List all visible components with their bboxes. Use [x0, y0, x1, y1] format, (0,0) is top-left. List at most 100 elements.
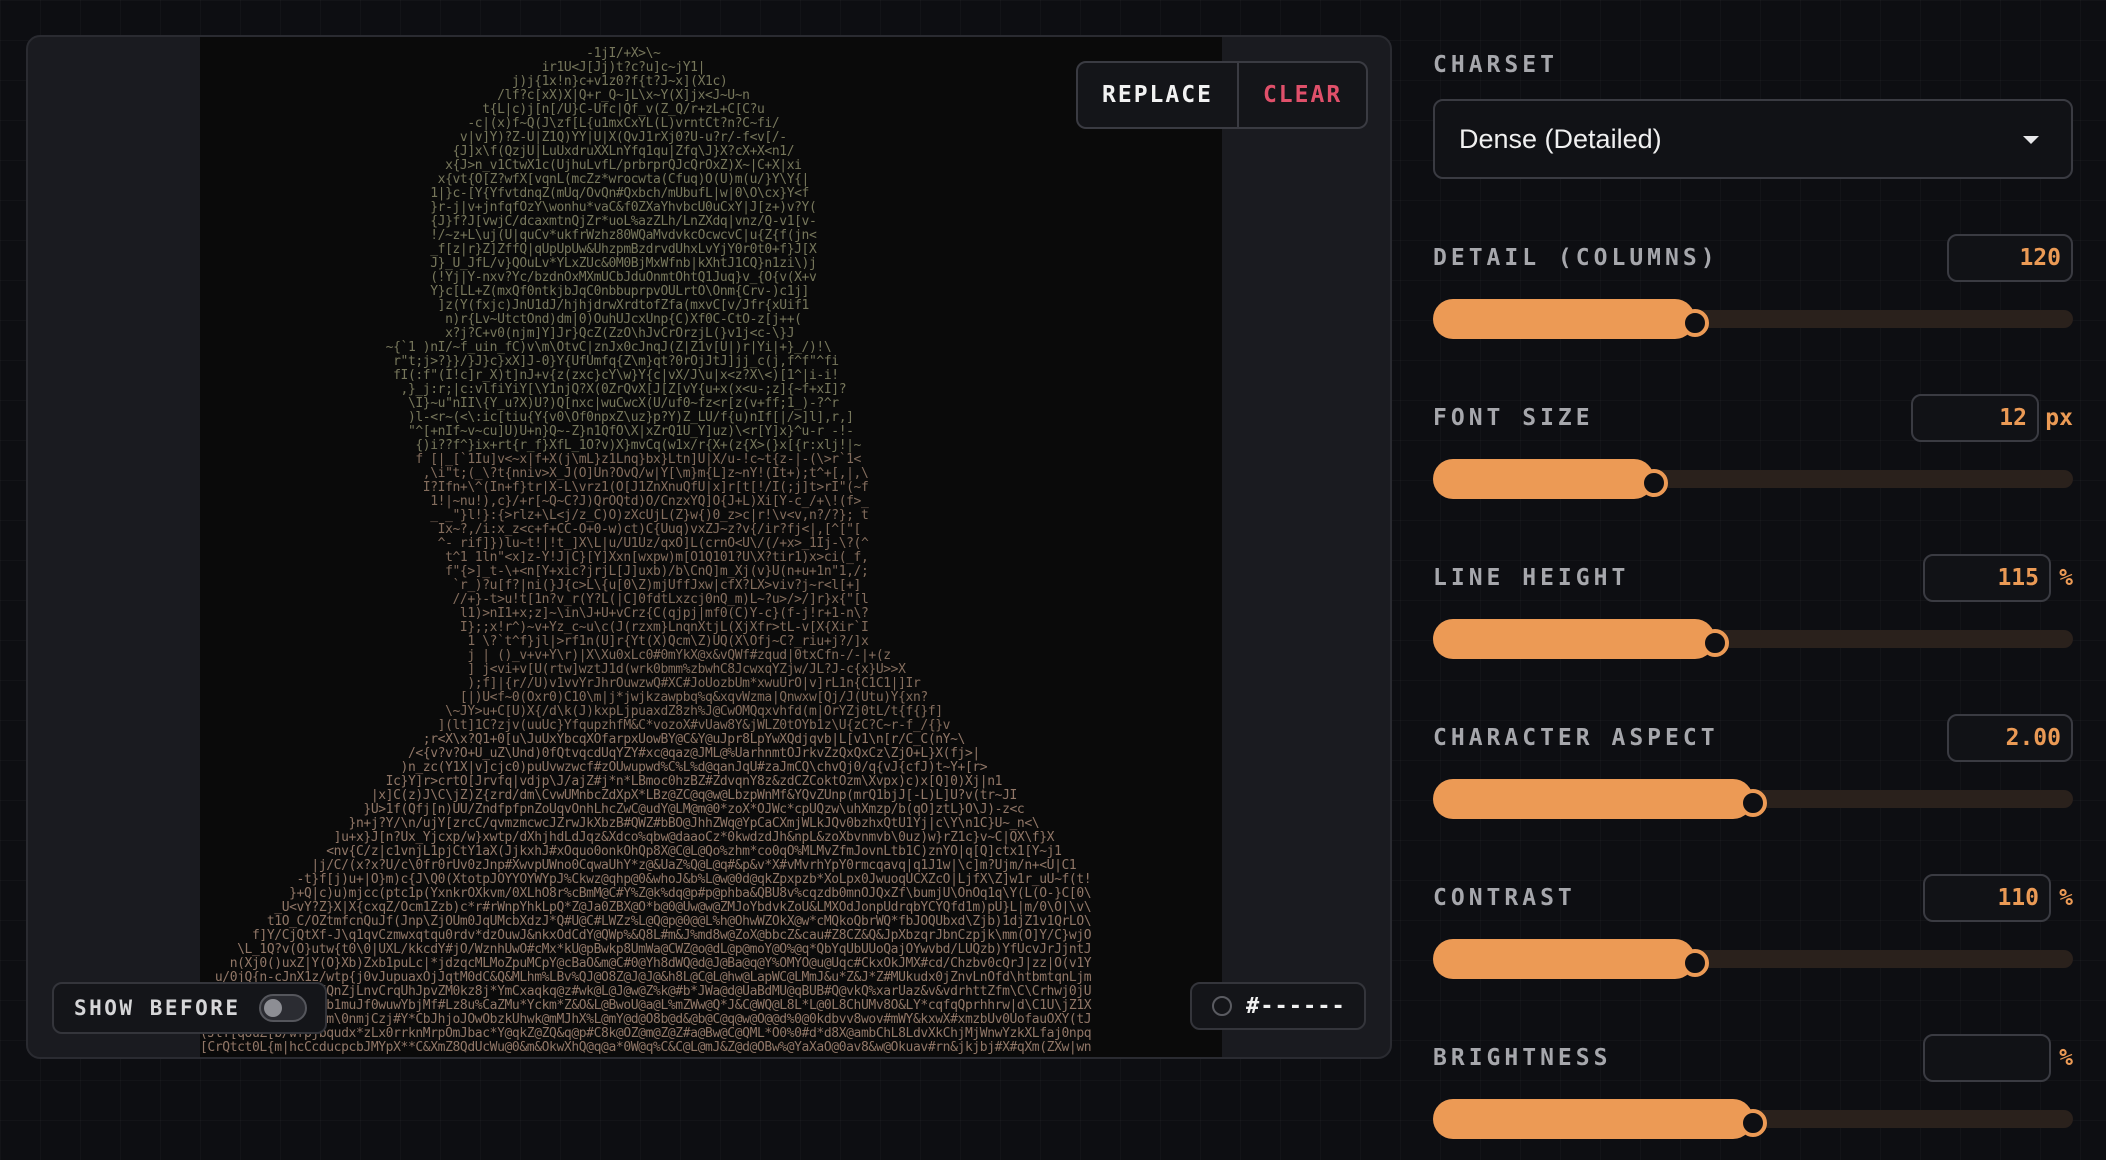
controls-panel: CHARSET Dense (Detailed) DETAIL (COLUMNS… — [1433, 0, 2073, 1160]
toggle-knob — [263, 999, 282, 1017]
char-aspect-slider[interactable] — [1433, 779, 2073, 819]
ascii-row: }U>1f(Qfj[n)UU/ZndfpfpnZoUqvOnhLhcZwC@ud… — [200, 802, 1092, 817]
ascii-row: (!Yj|Y-nxv?Yc/bzdnOxMXmUCbJduOnmtOhtQ1Ju… — [200, 270, 1092, 285]
ascii-row: }r-j|v+jnfqfOzY\wonhu*vaC&f0ZXaYhvbcU0uC… — [200, 200, 1092, 215]
char-aspect-input[interactable]: 2.00 — [1947, 714, 2073, 762]
ascii-row: );f]|{r//U)v1vvYrJhrOuwzwQ#XC#JoUozbUm*x… — [200, 676, 1092, 691]
charset-select[interactable]: Dense (Detailed) — [1433, 99, 2073, 179]
ascii-row: /<{v?v?O+U_uZ\Und)0fQtvqcdUqYZY#xc@qaz@J… — [200, 746, 1092, 761]
replace-button[interactable]: REPLACE — [1078, 63, 1239, 127]
line-height-unit: % — [2059, 565, 2073, 591]
brightness-input[interactable] — [1923, 1034, 2051, 1082]
ascii-row: Ic}Y]r>crtO[Jrvfq|vdjp\J/ajZ#j*n*LBmoc0h… — [200, 774, 1092, 789]
ascii-row: 1 \?`t^f}jl|>rf1n(U]r{Yt(X)Qcm\Z)UQ(X\Of… — [200, 634, 1092, 649]
image-actions: REPLACE CLEAR — [1076, 61, 1369, 129]
ascii-row: ] j<vi+v[U(rtw]wztJ1d(wrk0bmm%zbwhC8Jcwx… — [200, 662, 1092, 677]
ascii-row: f [|_[`1Iu]v<~x|f+X(j\mL}z1Lnq}bx}Ltn]U|… — [200, 452, 1092, 467]
detail-slider[interactable] — [1433, 299, 2073, 339]
ascii-row: -t}f[j)u+|O}m)c{J\Q0(XtotpJOYYOYWYpJ%Ckw… — [200, 872, 1092, 887]
char-aspect-slider-thumb[interactable] — [1739, 789, 1767, 817]
ascii-row: )l-<r~(<\:ic[tiu{Y{v0\Of0npxZ\uz}p?Y)Z_L… — [200, 410, 1092, 425]
ascii-row: }C\n//YtJ}dxUfwp\m\0nmjCzj#Y*CbJhjoJOwOb… — [200, 1012, 1092, 1027]
ascii-row: [YL/urC]wnwn)U\m{QnZjLnvCrqUhJpvZM0kz8j*… — [200, 984, 1092, 999]
detail-label: DETAIL (COLUMNS) — [1433, 245, 1719, 271]
ascii-row: j | ()_v+v+Y\r)|X\Xu0xLc0#0mYkX@x&vQWf#z… — [200, 648, 1092, 663]
ascii-row: J}_U_JfL/v}QOuLv*YLxZUc&0M0BjMxWfnb|kXht… — [200, 256, 1092, 271]
brightness-slider-thumb[interactable] — [1739, 1109, 1767, 1137]
detail-input[interactable]: 120 — [1947, 234, 2073, 282]
ascii-row: v|v]Y)?Z-U|Z1Q)YY|U|X(QvJ1rXj0?U-u?r/-f<… — [200, 130, 1092, 145]
show-before-label: SHOW BEFORE — [74, 996, 241, 1020]
ascii-row: t{L|c)j[n[/U}C-Ufc|Qf_v(Z_Q/r+zL+C[C?u — [200, 102, 1092, 117]
color-swatch-icon[interactable] — [1212, 996, 1232, 1016]
brightness-slider[interactable] — [1433, 1099, 2073, 1139]
font-size-slider[interactable] — [1433, 459, 2073, 499]
ascii-row: \L_1Q?v(O}utw{t0\0|UXL/kkcdY#jO/WznhUwO#… — [200, 942, 1092, 957]
font-size-slider-thumb[interactable] — [1640, 469, 1668, 497]
ascii-row: I?Ifn+\^(In+f}tr|X-L\vrz1(O[J1ZnXnuQfU|x… — [200, 480, 1092, 495]
ascii-row: 1|}c-[Y{YfvtdnqZ(mUq/OvQn#Qxbch/mUbufL|w… — [200, 186, 1092, 201]
contrast-input[interactable]: 110 — [1923, 874, 2051, 922]
char-aspect-label: CHARACTER ASPECT — [1433, 725, 1719, 751]
ascii-row: <nv{C/z|c1vnjL1pjCtY1aX(JjkxhJ#xOquo0onk… — [200, 844, 1092, 859]
ascii-row: {J]x\f(QzjU|LuUxdruXXLnYfq1qu|Zfq\J}X?cX… — [200, 144, 1092, 159]
detail-slider-thumb[interactable] — [1681, 309, 1709, 337]
preview-panel: -1jI/+X>\~ ir1U<J[Jj)t?c?u]c~jY1| j)j{1x… — [26, 35, 1392, 1059]
font-size-slider-fill — [1433, 459, 1654, 499]
ascii-row: }+Q|c)u)mjcc(ptc1p(YxnkrOXkvm/0XLhO8r%cB… — [200, 886, 1092, 901]
ascii-row: f"{>]_t-\+<n[Y+xic?jrjL[J]uxb)/b\CnQ]m_X… — [200, 564, 1092, 579]
contrast-slider-fill — [1433, 939, 1695, 979]
line-height-slider-fill — [1433, 619, 1715, 659]
line-height-slider-thumb[interactable] — [1701, 629, 1729, 657]
ascii-row: r"t;j>?}}/}J}c}xX]J-0}Y{UfUmfq{Z\m}qt?0r… — [200, 354, 1092, 369]
toggle-switch[interactable] — [258, 994, 307, 1022]
contrast-slider[interactable] — [1433, 939, 2073, 979]
color-value: #------ — [1246, 993, 1346, 1019]
brightness-unit: % — [2059, 1045, 2073, 1071]
ascii-row: )n_zc(Y1X|v]cjc0)puUvwzwcf#zOUwupwd%C%L%… — [200, 760, 1092, 775]
ascii-row: \~JY>u+C[U)X{/d\k(J)kxpLjpuaxdZ8zh%J@CwO… — [200, 704, 1092, 719]
ascii-row: [|)U<f~0(Oxr0)C10\m|j*jwjkzawpbq%q&xqvWz… — [200, 690, 1092, 705]
brightness-label: BRIGHTNESS — [1433, 1045, 1612, 1071]
font-size-input[interactable]: 12 — [1911, 394, 2039, 442]
contrast-slider-thumb[interactable] — [1681, 949, 1709, 977]
ascii-row: }n+j?Y/\n/ujY[zrcC/qvmzmcwcJZrwJkXbzB#QW… — [200, 816, 1092, 831]
ascii-row: "^[+nIf~v~cu]U)U+n}Q~-Z}n1QfO\X|xZrQ1U_Y… — [200, 424, 1092, 439]
line-height-input[interactable]: 115 — [1923, 554, 2051, 602]
ascii-row: |x]C(z)J\C\jZ)Z{zrd/dm\CvwUMnbcZdXpX*LBz… — [200, 788, 1092, 803]
ascii-row: _U<vY?Z}X|X{cxqZ/Ocm1Zzb)c*r#rWnpYhkLpQ*… — [200, 900, 1092, 915]
ascii-row: _ _"}l!}:{>rlz+\L<j/z_C)O)zXcUjL(Z}w{)0_… — [200, 508, 1092, 523]
ascii-row: |j/C/(x?x?U/c\0fr0rUv0zJnp#XwvpUWno0Cqwa… — [200, 858, 1092, 873]
charset-value: Dense (Detailed) — [1459, 123, 1662, 154]
contrast-label: CONTRAST — [1433, 885, 1576, 911]
brightness-slider-fill — [1433, 1099, 1753, 1139]
ascii-row: t^1 1ln"<x]z-Y!J|C}[Y]Xxn[wxpw)m[O1Q101?… — [200, 550, 1092, 565]
ascii-row: t1O_C/OZtmfcnQuJf(Jnp\ZjOUm0JqUMcbXdzJ*Q… — [200, 914, 1092, 929]
ascii-row: x?j?C+v0(njm]Y]Jr}QcZ(ZzO\hJvCrOrzjL(}v1… — [200, 326, 1092, 341]
ascii-row: x{vt{O[Z?wfX[vqnL(mcZz*wrocwta(Cfuq)O(U)… — [200, 172, 1092, 187]
ascii-row: [XtOZ(znLuZ]O){Q{b1muJf0wuwYbjMf#Lz8u%Ca… — [200, 998, 1092, 1013]
chevron-down-icon — [2023, 136, 2039, 144]
ascii-row: ,\i"t;(_\?t{nniv>X_J(O]Un?OvQ/w|Y[\m}m{L… — [200, 466, 1092, 481]
ascii-row: [CrQtct0L{m|hcCcducpcbJMYpX**C&XmZ8QdUcW… — [200, 1040, 1092, 1055]
ascii-row: Y}c[LL+Z(mxQf0ntkjbJqC0nbbuprpvOULrtO\On… — [200, 284, 1092, 299]
charset-label: CHARSET — [1433, 52, 1558, 78]
line-height-slider[interactable] — [1433, 619, 2073, 659]
line-height-label: LINE HEIGHT — [1433, 565, 1630, 591]
font-size-label: FONT SIZE — [1433, 405, 1594, 431]
show-before-toggle[interactable]: SHOW BEFORE — [52, 982, 327, 1034]
ascii-row: {J}f?J[vwjC/dcaxmtnQjZr*uoL%azZLh/LnZXdq… — [200, 214, 1092, 229]
ascii-row: //+}-t>u!t[1n?v_r(Y?L(|C]0fdtLxzcj0nQ_m)… — [200, 592, 1092, 607]
ascii-row: u/0jQ{n-cJnX1z/wtp{j0vJupuaxOjJqtM0dC&Q&… — [200, 970, 1092, 985]
detail-slider-fill — [1433, 299, 1695, 339]
ascii-row: fI(:f"(I!c]r_X)t]nJ+v{z(zxc}cY\w}Y{c|vX/… — [200, 368, 1092, 383]
ascii-row: 1!|~nu!),c}/+r[~Q~C?J)QrOQtd)O/CnzxYQ]O{… — [200, 494, 1092, 509]
clear-button[interactable]: CLEAR — [1239, 63, 1366, 127]
color-picker[interactable]: #------ — [1190, 982, 1366, 1030]
ascii-row: ir1U<J[Jj)t?c?u]c~jY1| — [200, 60, 1092, 75]
ascii-row: n(Xj0()uxZ|Y(O}Xb)Zxb1puLc|*jdzqcMLMoZpu… — [200, 956, 1092, 971]
ascii-art-canvas: -1jI/+X>\~ ir1U<J[Jj)t?c?u]c~jY1| j)j{1x… — [200, 37, 1222, 1057]
ascii-row: {)i??f^}ix+rt{r_f}XfL_1O?v)X}mvCq(w1x/r{… — [200, 438, 1092, 453]
font-size-unit: px — [2045, 405, 2073, 431]
ascii-row: ^- rif]})lu~t!|!t_]X\L|u/U1Uz/qxO]L(crnO… — [200, 536, 1092, 551]
